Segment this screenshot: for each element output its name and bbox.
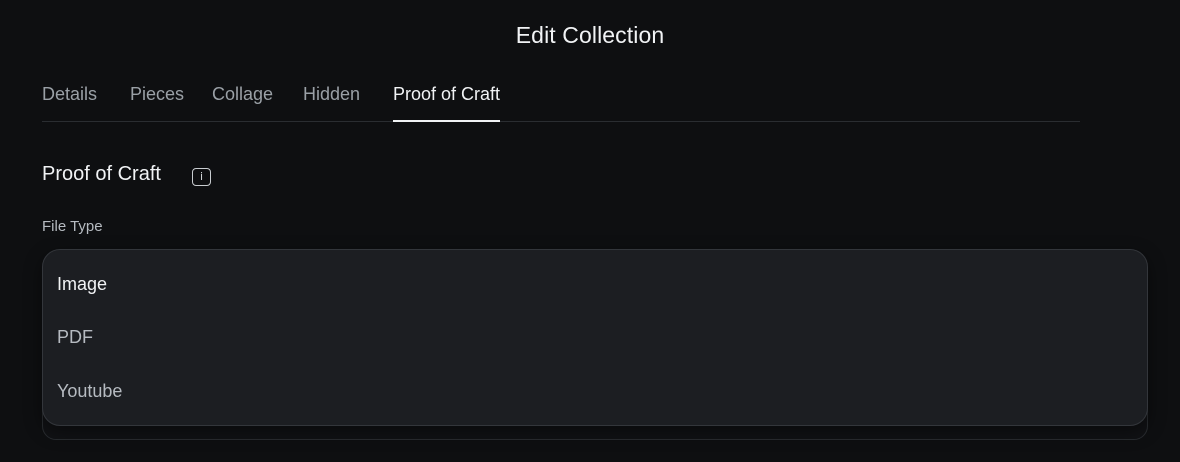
file-type-dropdown-menu: Image PDF Youtube — [42, 249, 1148, 426]
section-title: Proof of Craft — [42, 163, 161, 185]
file-type-label: File Type — [42, 218, 103, 235]
tab-hidden[interactable]: Hidden — [303, 84, 360, 121]
tab-details[interactable]: Details — [42, 84, 97, 121]
tab-proof-of-craft[interactable]: Proof of Craft — [393, 84, 501, 122]
option-image[interactable]: Image — [57, 274, 107, 295]
tab-pieces[interactable]: Pieces — [130, 84, 184, 121]
page-title: Edit Collection — [515, 22, 665, 48]
tab-collage[interactable]: Collage — [212, 84, 273, 121]
edit-collection-page: Edit Collection Details Pieces Collage H… — [0, 0, 1180, 462]
option-youtube[interactable]: Youtube — [57, 381, 122, 402]
option-pdf[interactable]: PDF — [57, 327, 93, 348]
info-icon[interactable]: i — [192, 168, 211, 186]
tab-bar: Details Pieces Collage Hidden Proof of C… — [42, 84, 1080, 122]
